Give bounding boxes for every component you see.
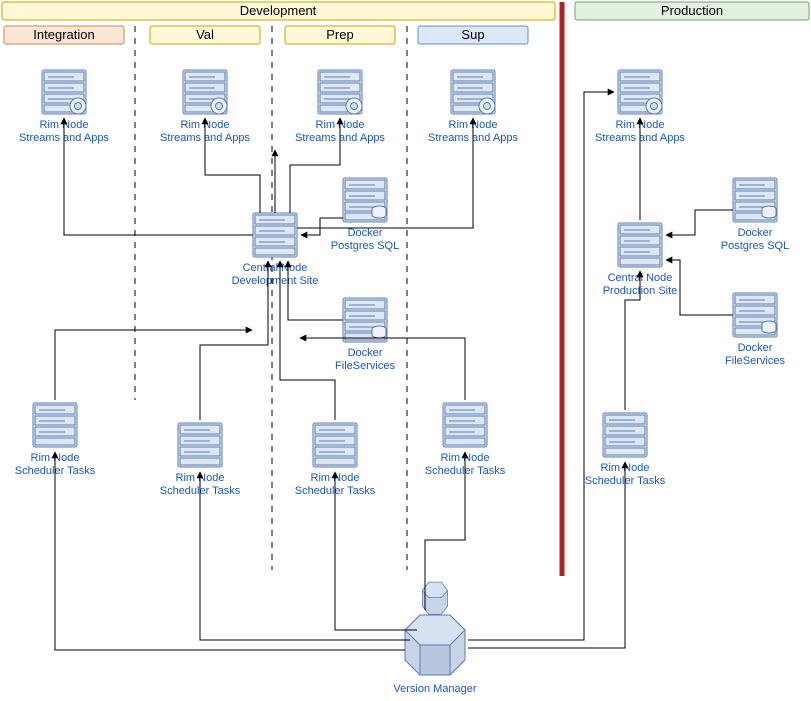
edge-vm-streams-prod	[468, 92, 614, 640]
docker-pg-dev-l1: Docker	[348, 227, 383, 239]
rim-sched-4	[443, 403, 487, 447]
rim-sched-1	[33, 403, 77, 447]
rim-sched-prod	[603, 413, 647, 457]
rim-streams-prod	[618, 70, 662, 114]
rim-sched-3	[313, 423, 357, 467]
version-manager-icon	[405, 582, 465, 675]
central-node-dev	[253, 213, 297, 257]
edge-vm-sprod	[468, 462, 625, 648]
panel-val-title: Val	[196, 27, 214, 42]
central-node-prod	[618, 223, 662, 267]
edge-pgprod-cprod	[666, 210, 733, 235]
docker-pg-prod-l1: Docker	[738, 227, 773, 239]
rim-streams-prep	[318, 70, 362, 114]
docker-pg-prod-l2: Postgres SQL	[721, 240, 789, 252]
docker-pg-dev-l2: Postgres SQL	[331, 240, 399, 252]
docker-fs-dev	[343, 298, 387, 342]
docker-fs-prod-l2: FileServices	[725, 355, 785, 367]
docker-pg-prod	[733, 178, 777, 222]
docker-pg-dev	[343, 178, 387, 222]
docker-fs-prod-l1: Docker	[738, 342, 773, 354]
central-dev-l2: Development Site	[232, 275, 319, 287]
rim-sched-2	[178, 423, 222, 467]
version-manager-label: Version Manager	[393, 683, 476, 695]
docker-fs-dev-l1: Docker	[348, 347, 383, 359]
panel-prep-title: Prep	[326, 27, 353, 42]
edge-s1-cdev	[55, 330, 252, 400]
edge-vm-s2	[200, 472, 410, 640]
panel-production-title: Production	[661, 3, 723, 18]
rim-streams-val	[183, 70, 227, 114]
panel-sup-title: Sup	[461, 27, 484, 42]
edge-pg-cdev	[301, 218, 343, 235]
central-dev-l1: Central Node	[243, 262, 308, 274]
panel-development-title: Development	[240, 3, 317, 18]
rim-streams-sup	[451, 70, 495, 114]
rim-streams-int	[42, 70, 86, 114]
docker-fs-prod	[733, 293, 777, 337]
panel-integration-title: Integration	[33, 27, 94, 42]
docker-fs-dev-l2: FileServices	[335, 360, 395, 372]
